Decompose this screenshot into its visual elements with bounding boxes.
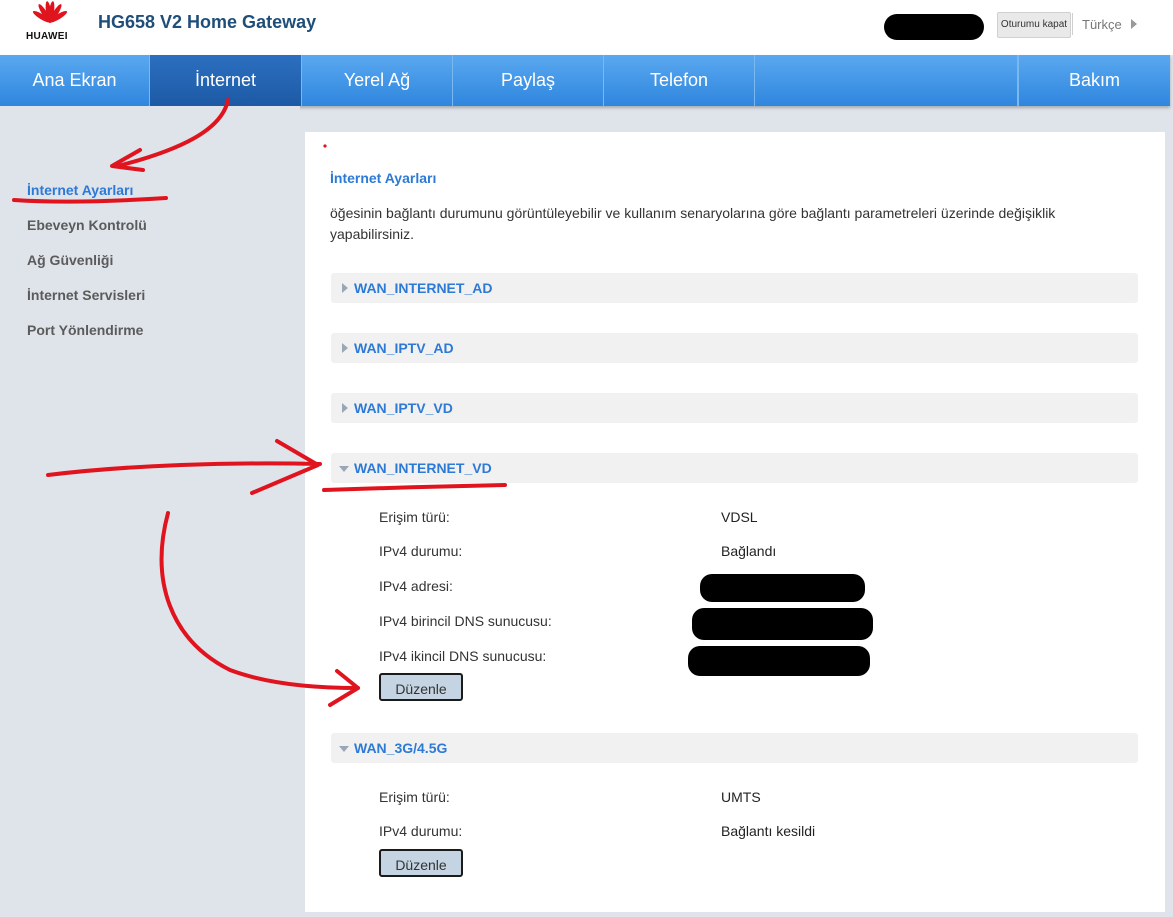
field-label: IPv4 adresi: [379, 578, 453, 594]
caret-right-icon [342, 283, 348, 293]
edit-button-wan-internet-vd[interactable]: Düzenle [379, 673, 463, 701]
field-label: Erişim türü: [379, 789, 450, 805]
panel-wan-iptv-ad[interactable]: WAN_IPTV_AD [331, 333, 1138, 363]
panel-wan-internet-ad[interactable]: WAN_INTERNET_AD [331, 273, 1138, 303]
field-label: IPv4 ikincil DNS sunucusu: [379, 648, 547, 664]
nav-tab-internet[interactable]: İnternet [150, 55, 302, 106]
panel-wan-internet-vd[interactable]: WAN_INTERNET_VD [331, 453, 1138, 483]
field-value: Bağlandı [721, 543, 777, 559]
sidebar-item-internet-servisleri[interactable]: İnternet Servisleri [27, 287, 145, 303]
panel-title: WAN_IPTV_AD [354, 340, 454, 356]
panel-wan-3g-4-5g[interactable]: WAN_3G/4.5G [331, 733, 1138, 763]
panel-wan-iptv-vd[interactable]: WAN_IPTV_VD [331, 393, 1138, 423]
nav-tab-telefon[interactable]: Telefon [604, 55, 755, 106]
edit-button-wan-3g[interactable]: Düzenle [379, 849, 463, 877]
field-label: IPv4 durumu: [379, 823, 463, 839]
panel-title: WAN_INTERNET_AD [354, 280, 493, 296]
field-value: Bağlantı kesildi [721, 823, 816, 839]
app-title: HG658 V2 Home Gateway [98, 12, 317, 32]
nav-tab-bakim[interactable]: Bakım [1018, 55, 1170, 106]
sidebar-item-port-yonlendirme[interactable]: Port Yönlendirme [27, 322, 143, 338]
redacted-secondary-dns [688, 646, 870, 676]
caret-right-icon [342, 343, 348, 353]
sidebar: İnternet Ayarları Ebeveyn Kontrolü Ağ Gü… [0, 106, 300, 917]
redacted-username [884, 14, 984, 40]
logout-button[interactable]: Oturumu kapat [997, 12, 1071, 38]
field-value: UMTS [721, 789, 761, 805]
divider [1072, 13, 1073, 35]
redacted-ip-address [700, 574, 865, 602]
nav-tab-paylas[interactable]: Paylaş [453, 55, 604, 106]
nav-tab-ana-ekran[interactable]: Ana Ekran [0, 55, 150, 106]
redacted-primary-dns [692, 608, 873, 640]
main-content: İnternet Ayarları öğesinin bağlantı duru… [305, 132, 1165, 912]
panel-title: WAN_INTERNET_VD [354, 460, 492, 476]
panel-title: WAN_IPTV_VD [354, 400, 453, 416]
language-selector[interactable]: Türkçe [1082, 17, 1122, 32]
sidebar-item-ebeveyn-kontrolu[interactable]: Ebeveyn Kontrolü [27, 217, 147, 233]
page-title: İnternet Ayarları [330, 170, 437, 186]
caret-down-icon [339, 746, 349, 752]
page-description: öğesinin bağlantı durumunu görüntüleyebi… [330, 205, 1056, 242]
field-value: VDSL [721, 509, 758, 525]
caret-right-icon [342, 403, 348, 413]
field-label: IPv4 birincil DNS sunucusu: [379, 613, 552, 629]
nav-tab-yerel-ag[interactable]: Yerel Ağ [302, 55, 453, 106]
brand-name: HUAWEI [26, 31, 68, 42]
field-label: IPv4 durumu: [379, 543, 463, 559]
main-nav: Ana Ekran İnternet Yerel Ağ Paylaş Telef… [0, 55, 1170, 106]
caret-down-icon [339, 466, 349, 472]
top-header: HUAWEI HG658 V2 Home Gateway Oturumu kap… [0, 0, 1173, 55]
sidebar-item-ag-guvenligi[interactable]: Ağ Güvenliği [27, 252, 113, 268]
field-label: Erişim türü: [379, 509, 450, 525]
chevron-right-icon[interactable] [1131, 19, 1137, 29]
sidebar-item-internet-ayarlari[interactable]: İnternet Ayarları [27, 182, 133, 198]
nav-spacer [755, 55, 1018, 106]
panel-title: WAN_3G/4.5G [354, 740, 448, 756]
